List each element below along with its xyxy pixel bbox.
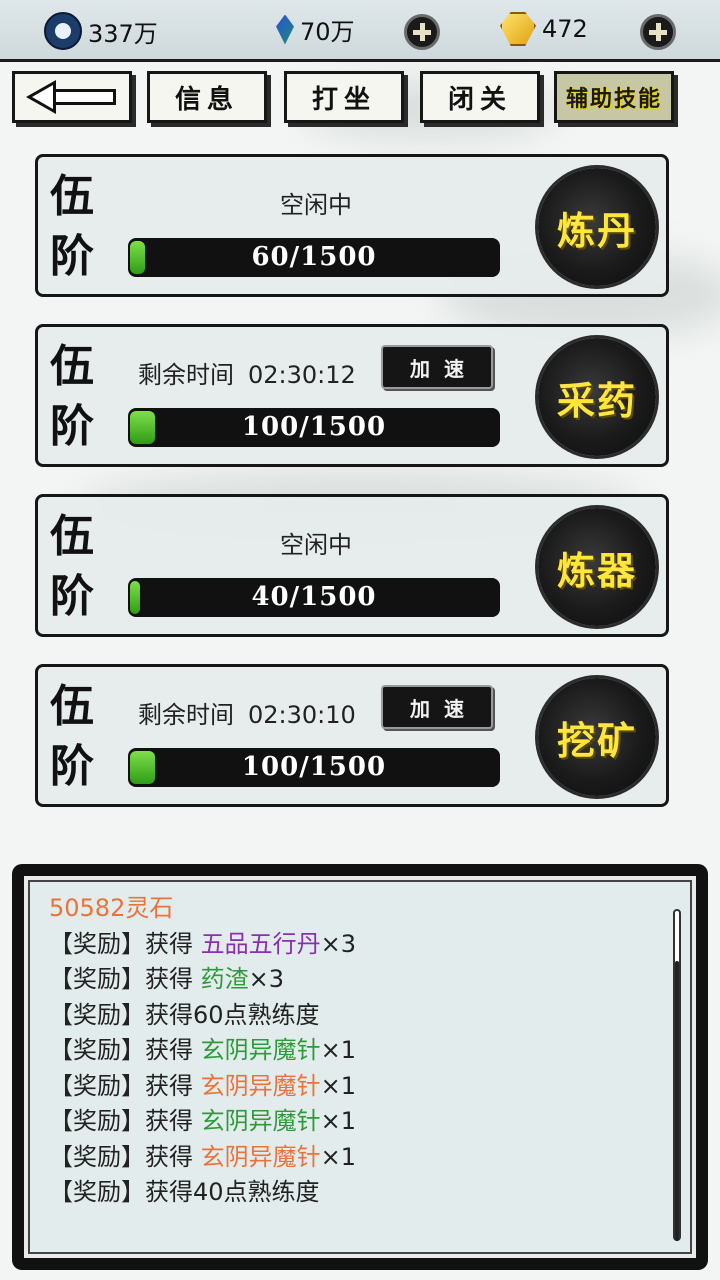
log-item-name: 玄阴异魔针 [200,1142,321,1171]
add-gold-button[interactable] [640,14,676,50]
skill-tier: 伍阶 [50,681,94,792]
reward-log[interactable]: 50582灵石 【奖励】获得 五品五行丹×3 【奖励】获得 药渣×3 【奖励】获得6… [24,876,696,1258]
log-item-name: 玄阴异魔针 [200,1071,321,1100]
forging-label: 炼器 [556,547,637,593]
log-line: 【奖励】获得40点熟练度 [49,1178,320,1206]
log-scrollbar[interactable] [673,909,681,1241]
skill-progress-bar: 60/1500 [128,238,500,277]
skill-progress-bar: 100/1500 [128,408,500,447]
reward-log-list: 50582灵石 【奖励】获得 五品五行丹×3 【奖励】获得 药渣×3 【奖励】获得6… [49,879,659,1211]
skill-progress-bar: 40/1500 [128,578,500,617]
progress-text: 100/1500 [241,412,387,442]
skill-tier: 伍阶 [50,511,94,622]
progress-text: 40/1500 [251,582,377,612]
tab-meditate[interactable]: 打坐 [284,71,404,123]
log-line: 【奖励】获得 五品五行丹×3 [49,929,357,958]
log-item-name: 五品五行丹 [200,929,321,958]
gold-amount: 472 [542,15,588,43]
skill-status: 空闲中 [280,191,352,219]
skill-tier: 伍阶 [50,171,94,282]
remaining-time-value: 02:30:12 [248,361,356,389]
gem-amount: 70万 [300,18,355,46]
gold-ingot-icon [500,12,536,46]
skill-card-herb-gathering: 伍阶 剩余时间 02:30:12 加速 100/1500 采药 [35,324,669,467]
log-item-name: 玄阴异魔针 [200,1107,321,1135]
tab-assist-skills-label: 辅助技能 [565,86,662,112]
skill-card-forging: 伍阶 空闲中 40/1500 炼器 [35,494,669,637]
remaining-time-label: 剩余时间 [138,701,234,729]
speed-up-button[interactable]: 加速 [381,685,493,729]
alchemy-label: 炼丹 [556,207,637,253]
log-line: 【奖励】获得 玄阴异魔针×1 [49,1071,357,1100]
mining-button[interactable]: 挖矿 [538,678,656,796]
tab-assist-skills[interactable]: 辅助技能 [554,71,674,123]
log-line: 【奖励】获得 玄阴异魔针×1 [49,1142,357,1171]
skill-card-mining: 伍阶 剩余时间 02:30:10 加速 100/1500 挖矿 [35,664,669,807]
resource-bar: 337万 70万 472 [0,0,720,62]
forging-button[interactable]: 炼器 [538,508,656,626]
remaining-time-label: 剩余时间 [138,361,234,389]
back-arrow-icon [26,80,118,114]
gold-resource: 472 [500,12,588,46]
progress-text: 60/1500 [251,242,377,272]
reward-log-panel: 50582灵石 【奖励】获得 五品五行丹×3 【奖励】获得 药渣×3 【奖励】获得6… [12,864,708,1270]
herb-gathering-label: 采药 [556,377,637,423]
remaining-time: 剩余时间 02:30:10 [138,695,356,730]
tab-info-label: 信息 [174,84,239,115]
mining-label: 挖矿 [556,717,637,763]
remaining-time: 剩余时间 02:30:12 [138,355,356,390]
remaining-time-value: 02:30:10 [248,701,356,729]
gem-resource: 70万 [276,12,355,47]
log-item-name: 药渣 [200,965,249,993]
herb-gathering-button[interactable]: 采药 [538,338,656,456]
tab-meditate-label: 打坐 [311,84,376,115]
skill-card-alchemy: 伍阶 空闲中 60/1500 炼丹 [35,154,669,297]
log-line: 【奖励】获得60点熟练度 [49,1000,320,1029]
spirit-resource: 337万 [44,12,158,50]
log-scroll-thumb[interactable] [675,961,679,1241]
tab-info[interactable]: 信息 [147,71,267,123]
skill-status: 空闲中 [280,531,352,559]
progress-text: 100/1500 [241,752,387,782]
log-item-name: 玄阴异魔针 [200,1036,321,1064]
log-line: 【奖励】获得 玄阴异魔针×1 [49,1107,357,1135]
log-line: 【奖励】获得 玄阴异魔针×1 [49,1036,357,1064]
tab-seclusion-label: 闭关 [447,84,512,115]
log-line: 【奖励】获得 药渣×3 [49,965,285,993]
yin-yang-icon [44,12,82,50]
spirit-amount: 337万 [88,19,158,48]
back-button[interactable] [12,71,132,123]
speed-up-button[interactable]: 加速 [381,345,493,389]
blue-crystal-icon [276,14,294,45]
skill-tier: 伍阶 [50,341,94,452]
log-line-partial: 50582灵石 [49,894,174,922]
alchemy-button[interactable]: 炼丹 [538,168,656,286]
add-gem-button[interactable] [404,14,440,50]
tab-seclusion[interactable]: 闭关 [420,71,540,123]
skill-progress-bar: 100/1500 [128,748,500,787]
